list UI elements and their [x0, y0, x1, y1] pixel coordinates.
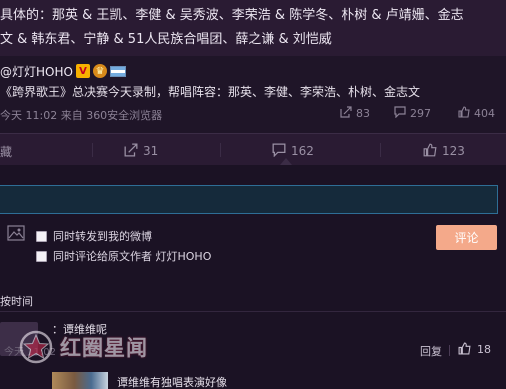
like-count: 123	[442, 144, 465, 158]
thumbs-up-icon	[458, 106, 470, 120]
favorite-label: 藏	[0, 145, 13, 159]
repost-comment-count: 297	[410, 106, 431, 120]
argentina-flag-icon	[109, 65, 126, 77]
repost-comment-stat[interactable]: 297	[394, 106, 431, 120]
comment-original-author-checkbox[interactable]	[36, 250, 47, 262]
repost-text: 《跨界歌王》总决赛今天录制，帮唱阵容：那英、李健、李荣浩、朴树、金志文	[0, 85, 421, 99]
comment-count: 162	[291, 144, 314, 158]
sort-by-time-tab[interactable]: 按时间	[0, 293, 33, 309]
repost-like-stat[interactable]: 404	[458, 106, 495, 120]
comment-original-author-label: 同时评论给原文作者 灯灯HOHO	[53, 250, 212, 263]
repost-like-count: 404	[474, 106, 495, 120]
favorite-button[interactable]: 藏	[0, 143, 12, 160]
comment-caret	[280, 158, 292, 165]
repost-author-row: @灯灯HOHO V ♛	[0, 62, 126, 80]
post-text-line-2: 文 & 韩东君、宁静 & 51人民族合唱团、薛之谦 & 刘恺威	[0, 32, 332, 47]
watermark: 红圈星闻	[18, 330, 148, 364]
comment-button[interactable]: 162	[272, 143, 314, 159]
action-divider	[380, 143, 381, 157]
comment-like-count: 18	[477, 343, 491, 356]
comment-like-button[interactable]: 18	[458, 342, 491, 357]
submit-comment-button[interactable]: 评论	[436, 225, 497, 250]
comment-input[interactable]	[0, 185, 498, 214]
divider	[449, 345, 450, 356]
thumbs-up-icon	[423, 143, 437, 159]
comment-original-author-option[interactable]: 同时评论给原文作者 灯灯HOHO	[36, 248, 211, 264]
share-icon	[124, 143, 138, 159]
image-icon[interactable]	[7, 225, 25, 241]
comment-text: 谭维维有独唱表演好像	[117, 376, 227, 389]
repost-author-link[interactable]: @灯灯HOHO	[0, 63, 73, 80]
repost-timestamp: 今天 11:02 来自 360安全浏览器	[0, 109, 163, 122]
repost-meta-row: 今天 11:02 来自 360安全浏览器 83 297 404	[0, 105, 506, 123]
avatar[interactable]	[52, 372, 108, 389]
repost-forward-stat[interactable]: 83	[340, 106, 370, 120]
comment-icon	[394, 106, 406, 120]
like-button[interactable]: 123	[423, 143, 465, 159]
forward-to-weibo-label: 同时转发到我的微博	[53, 230, 152, 243]
divider	[0, 311, 506, 312]
post-text: 具体的：那英 & 王凯、李健 & 吴秀波、李荣浩 & 陈学冬、朴树 & 卢靖姗、…	[0, 4, 506, 52]
repost-forward-count: 83	[356, 106, 370, 120]
verified-badge-icon: V	[75, 64, 90, 78]
forward-to-weibo-checkbox[interactable]	[36, 230, 47, 242]
divider	[0, 133, 506, 134]
action-bar: 藏 31 162 123	[0, 135, 506, 165]
forward-button[interactable]: 31	[124, 143, 158, 159]
comment-icon	[272, 143, 286, 159]
action-divider	[92, 143, 93, 157]
star-logo-icon	[19, 330, 53, 364]
member-crown-icon: ♛	[92, 64, 107, 78]
post-text-line-1: 具体的：那英 & 王凯、李健 & 吴秀波、李荣浩 & 陈学冬、朴树 & 卢靖姗、…	[0, 8, 464, 23]
share-icon	[340, 106, 352, 120]
action-divider	[220, 143, 221, 157]
reply-button[interactable]: 回复	[420, 343, 442, 359]
forward-count: 31	[143, 144, 159, 158]
watermark-text: 红圈星闻	[60, 336, 148, 360]
thumbs-up-icon	[458, 342, 471, 357]
forward-to-weibo-option[interactable]: 同时转发到我的微博	[36, 228, 152, 244]
